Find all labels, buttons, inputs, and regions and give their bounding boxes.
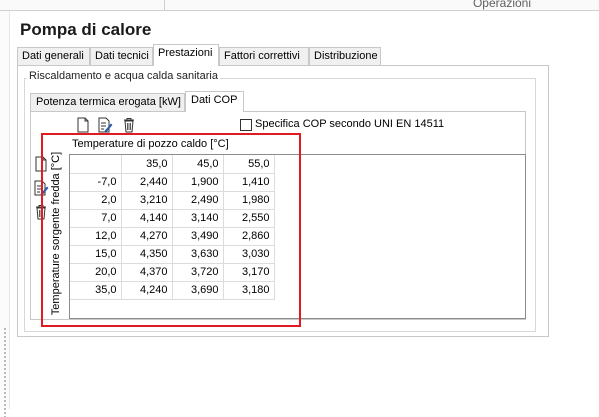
resize-grip[interactable] — [3, 327, 7, 417]
tab-potenza-termica[interactable]: Potenza termica erogata [kW] — [30, 93, 185, 111]
tab-distribuzione[interactable]: Distribuzione — [309, 47, 381, 65]
tab-dati-tecnici[interactable]: Dati tecnici — [90, 47, 153, 65]
edit-document-icon[interactable] — [97, 117, 113, 133]
tab-dati-generali[interactable]: Dati generali — [17, 47, 90, 65]
left-side-strip — [0, 11, 10, 417]
heating-group-label: Riscaldamento e acqua calda sanitaria — [27, 70, 220, 82]
highlight-box — [41, 133, 301, 327]
tab-prestazioni[interactable]: Prestazioni — [153, 44, 219, 66]
cop-uni-checkbox[interactable] — [240, 119, 252, 131]
cop-uni-checkbox-label[interactable]: Specifica COP secondo UNI EN 14511 — [255, 118, 444, 130]
top-bar: Operazioni — [0, 0, 599, 11]
tab-dati-cop[interactable]: Dati COP — [185, 91, 244, 112]
operations-label[interactable]: Operazioni — [473, 0, 531, 10]
new-document-icon[interactable] — [75, 117, 91, 133]
page-title: Pompa di calore — [20, 20, 152, 39]
tab-fattori-correttivi[interactable]: Fattori correttivi — [219, 47, 309, 65]
top-bar-divider — [164, 0, 165, 10]
delete-icon[interactable] — [121, 117, 137, 133]
